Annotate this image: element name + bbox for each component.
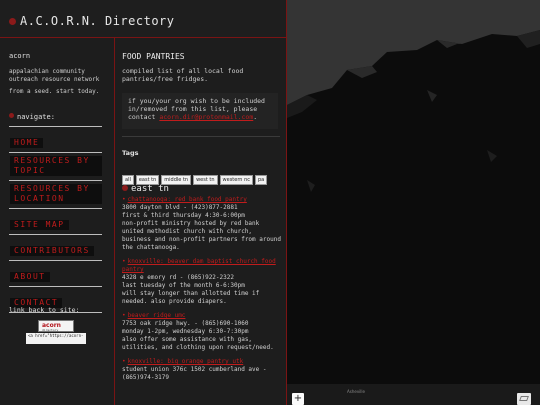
nav-item-home[interactable]: HOME (9, 126, 102, 152)
badge-subtext: directory (42, 328, 59, 332)
notice-box: if you/your org wish to be included in/r… (122, 93, 278, 129)
list-item: • knoxville: beaver dam baptist church fo… (122, 258, 282, 306)
pantry-link[interactable]: beaver ridge umc (128, 312, 186, 319)
nav-item-site-map[interactable]: SITE MAP (9, 208, 102, 234)
nav-item-about[interactable]: ABOUT (9, 260, 102, 286)
bullet-icon: • (122, 258, 126, 265)
nav-heading-label: navigate: (17, 113, 55, 121)
sidebar-site-name: acorn (9, 52, 31, 60)
map-place-label: Asheville (347, 389, 365, 394)
list-item: • beaver ridge umc 7753 oak ridge hwy. - … (122, 312, 282, 352)
sidebar-nav: HOME RESOURCES BY TOPIC RESOURCES BY LOC… (9, 126, 102, 313)
region-heading: east tn (122, 184, 169, 194)
pantry-link[interactable]: chattanooga: red bank food pantry (128, 196, 247, 203)
page-intro: compiled list of all local food pantries… (122, 67, 244, 83)
acorn-dot-icon (122, 185, 128, 191)
pantry-list: • chattanooga: red bank food pantry 3800 … (122, 196, 282, 388)
map-zoom-in-button[interactable]: + (292, 393, 304, 405)
nav-resources-by-location-button[interactable]: RESOURCES BY LOCATION (10, 184, 102, 204)
nav-site-map-button[interactable]: SITE MAP (10, 220, 69, 230)
map-panel[interactable]: + Asheville (287, 0, 540, 405)
region-label: east tn (131, 184, 169, 194)
link-back-label: link back to site: (9, 306, 80, 314)
nav-heading: navigate: (9, 113, 55, 121)
list-item: • knoxville: big orange pantry utk studen… (122, 358, 282, 382)
sidebar: acorn appalachian community outreach res… (0, 38, 115, 405)
pantry-hours: last tuesday of the month 6-6:30pm (122, 282, 245, 289)
divider (122, 136, 280, 137)
pantry-description: also offer some assistance with gas, uti… (122, 336, 274, 351)
nav-item-resources-by-location[interactable]: RESOURCES BY LOCATION (9, 180, 102, 208)
nav-home-button[interactable]: HOME (10, 138, 44, 148)
pantry-description: will stay longer than allotted time if n… (122, 290, 260, 305)
sidebar-tagline: from a seed. start today. (9, 88, 100, 95)
bullet-icon: • (122, 196, 126, 203)
map-layers-icon[interactable] (517, 393, 531, 405)
main-content: FOOD PANTRIES compiled list of all local… (115, 38, 287, 405)
site-header: A.C.O.R.N. Directory (0, 0, 287, 38)
acorn-badge[interactable]: acorn directory (38, 320, 74, 332)
pantry-link[interactable]: knoxville: big orange pantry utk (128, 358, 244, 365)
nav-item-contributors[interactable]: CONTRIBUTORS (9, 234, 102, 260)
pantry-hours: first & third thursday 4:30-6:00pm (122, 212, 245, 219)
bullet-icon: • (122, 312, 126, 319)
nav-about-button[interactable]: ABOUT (10, 272, 50, 282)
acorn-dot-icon (9, 113, 14, 118)
nav-resources-by-topic-button[interactable]: RESOURCES BY TOPIC (10, 156, 102, 176)
pantry-description: non-profit ministry hosted by red bank u… (122, 220, 281, 251)
tags-label: Tags (122, 149, 139, 157)
pantry-hours: monday 1-2pm, wednesday 6:30-7:30pm (122, 328, 249, 335)
notice-end: . (253, 113, 258, 121)
pantry-address: 3800 dayton blvd - (423)877-2881 (122, 204, 238, 211)
pantry-link[interactable]: knoxville: beaver dam baptist church foo… (122, 258, 276, 273)
tag-west-tn[interactable]: west tn (193, 175, 218, 185)
map-terrain (287, 30, 540, 405)
site-title[interactable]: A.C.O.R.N. Directory (20, 14, 175, 28)
tag-pa[interactable]: pa (254, 175, 268, 185)
page-title: FOOD PANTRIES (122, 52, 185, 61)
acorn-dot-icon (9, 18, 16, 25)
bullet-icon: • (122, 358, 126, 365)
pantry-address: 7753 oak ridge hwy. - (865)690-1060 (122, 320, 249, 327)
embed-code-box[interactable]: <a href="https://acorn- (26, 333, 86, 344)
tag-list: all east tn middle tn west tn western nc pa (122, 166, 286, 185)
nav-item-resources-by-topic[interactable]: RESOURCES BY TOPIC (9, 152, 102, 180)
contact-email-link[interactable]: acorn.dir@protonmail.com (159, 113, 253, 121)
sidebar-description: appalachian community outreach resource … (9, 68, 100, 83)
pantry-address: student union 376c 1502 cumberland ave -… (122, 366, 267, 381)
pantry-address: 4328 e emory rd - (865)922-2322 (122, 274, 234, 281)
list-item: • chattanooga: red bank food pantry 3800 … (122, 196, 282, 252)
nav-contributors-button[interactable]: CONTRIBUTORS (10, 246, 94, 256)
tag-western-nc[interactable]: western nc (219, 175, 253, 185)
